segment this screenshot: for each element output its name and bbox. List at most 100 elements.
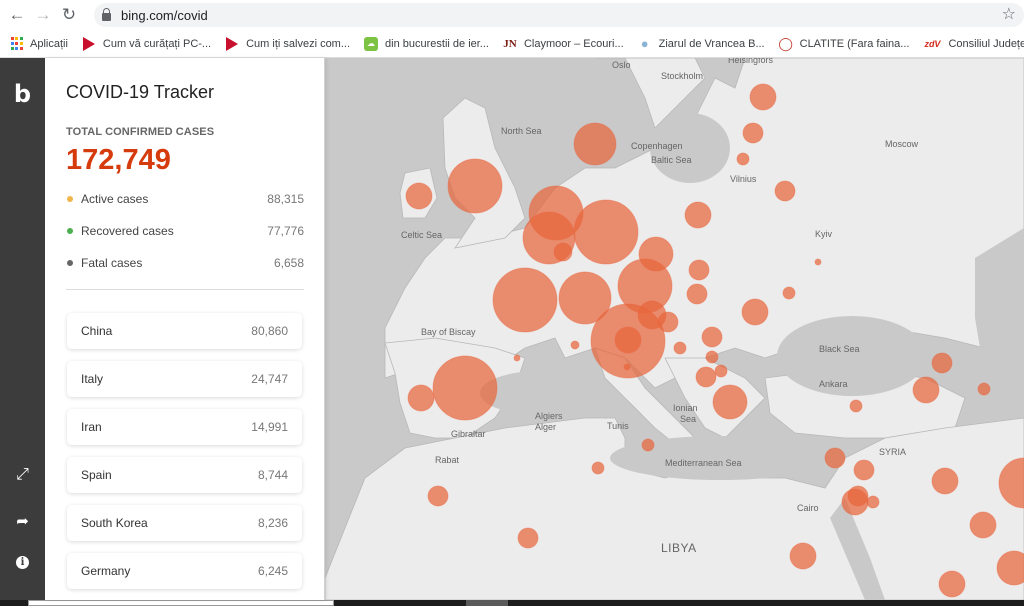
bookmark-item[interactable]: zdV Consiliul Județean t... bbox=[923, 37, 1024, 51]
bing-logo-glyph: b bbox=[13, 80, 32, 108]
case-bubble[interactable] bbox=[714, 364, 728, 378]
bookmark-label: CLATITE (Fara faina... bbox=[799, 37, 910, 50]
map-canvas: Oslo Stockholm Helsingfors North Sea Cop… bbox=[325, 58, 1024, 600]
case-bubble[interactable] bbox=[977, 382, 991, 396]
case-bubble[interactable] bbox=[705, 350, 719, 364]
bookmark-label: Aplicații bbox=[30, 37, 68, 50]
case-bubble[interactable] bbox=[774, 180, 796, 202]
page-title: COVID-19 Tracker bbox=[66, 82, 215, 102]
url-text: bing.com/covid bbox=[121, 7, 208, 23]
country-card[interactable]: China 80,860 bbox=[67, 313, 302, 349]
case-bubble[interactable] bbox=[701, 326, 723, 348]
case-bubble[interactable] bbox=[866, 495, 880, 509]
bookmark-item[interactable]: Cum vă curățați PC-... bbox=[82, 36, 211, 51]
country-card[interactable]: Spain 8,744 bbox=[67, 457, 302, 493]
map-label: Stockholm bbox=[661, 71, 703, 81]
case-bubble[interactable] bbox=[492, 267, 558, 333]
case-bubble[interactable] bbox=[591, 461, 605, 475]
scrollbar-track bbox=[28, 600, 334, 606]
back-button[interactable]: ← bbox=[4, 2, 30, 28]
recovered-dot-icon bbox=[67, 228, 73, 234]
world-map[interactable]: Oslo Stockholm Helsingfors North Sea Cop… bbox=[325, 58, 1024, 600]
case-bubble[interactable] bbox=[688, 259, 710, 281]
map-label: Baltic Sea bbox=[651, 155, 692, 165]
country-count: 24,747 bbox=[251, 372, 288, 386]
case-bubble[interactable] bbox=[742, 122, 764, 144]
case-bubble[interactable] bbox=[938, 570, 966, 598]
case-bubble[interactable] bbox=[695, 366, 717, 388]
case-bubble[interactable] bbox=[686, 283, 708, 305]
bookmark-apps[interactable]: Aplicații bbox=[10, 37, 68, 50]
bookmark-item[interactable]: Cum iți salvezi com... bbox=[225, 36, 350, 51]
stat-value: 77,776 bbox=[267, 224, 304, 238]
case-bubble[interactable] bbox=[517, 527, 539, 549]
bookmark-item[interactable]: JN Claymoor – Ecouri... bbox=[503, 37, 623, 51]
map-label: Black Sea bbox=[819, 344, 860, 354]
case-bubble[interactable] bbox=[847, 485, 869, 507]
case-bubble[interactable] bbox=[782, 286, 796, 300]
case-bubble[interactable] bbox=[405, 182, 433, 210]
case-bubble[interactable] bbox=[657, 311, 679, 333]
info-icon[interactable]: i bbox=[0, 556, 45, 569]
case-bubble[interactable] bbox=[824, 447, 846, 469]
country-card[interactable]: South Korea 8,236 bbox=[67, 505, 302, 541]
country-card[interactable]: Germany 6,245 bbox=[67, 553, 302, 589]
map-label: Cairo bbox=[797, 503, 819, 513]
map-label: Sea bbox=[680, 414, 696, 424]
case-bubble[interactable] bbox=[741, 298, 769, 326]
case-bubble[interactable] bbox=[789, 542, 817, 570]
case-bubble[interactable] bbox=[427, 485, 449, 507]
map-label: SYRIA bbox=[879, 447, 906, 457]
case-bubble[interactable] bbox=[623, 363, 631, 371]
country-card[interactable]: Italy 24,747 bbox=[67, 361, 302, 397]
reload-button[interactable]: ↻ bbox=[56, 2, 82, 28]
horizontal-scrollbar[interactable] bbox=[0, 600, 1024, 606]
case-bubble[interactable] bbox=[712, 384, 748, 420]
case-bubble[interactable] bbox=[573, 122, 617, 166]
case-bubble[interactable] bbox=[641, 438, 655, 452]
address-bar[interactable]: bing.com/covid ☆ bbox=[94, 3, 1024, 27]
fatal-dot-icon bbox=[67, 260, 73, 266]
tracker-panel: COVID-19 Tracker TOTAL CONFIRMED CASES 1… bbox=[45, 58, 325, 600]
map-label: Kyiv bbox=[815, 229, 833, 239]
expand-icon[interactable]: ⤢ bbox=[0, 466, 45, 484]
case-bubble[interactable] bbox=[849, 399, 863, 413]
bing-logo-icon[interactable]: b bbox=[0, 80, 45, 108]
case-bubble[interactable] bbox=[553, 242, 573, 262]
map-label: Tunis bbox=[607, 421, 629, 431]
map-label: Copenhagen bbox=[631, 141, 683, 151]
forward-button[interactable]: → bbox=[30, 2, 56, 28]
map-label: Gibraltar bbox=[451, 429, 486, 439]
case-bubble[interactable] bbox=[570, 340, 580, 350]
bookmark-item[interactable]: ☁ din bucurestii de ier... bbox=[364, 36, 489, 51]
case-bubble[interactable] bbox=[673, 341, 687, 355]
case-bubble[interactable] bbox=[814, 258, 822, 266]
case-bubble[interactable] bbox=[749, 83, 777, 111]
case-bubble[interactable] bbox=[969, 511, 997, 539]
star-icon[interactable]: ☆ bbox=[1002, 4, 1016, 24]
share-icon[interactable]: ➦ bbox=[0, 512, 45, 530]
case-bubble[interactable] bbox=[614, 326, 642, 354]
map-label: Ankara bbox=[819, 379, 848, 389]
map-label: Algiers bbox=[535, 411, 563, 421]
scrollbar-thumb[interactable] bbox=[466, 600, 508, 606]
case-bubble[interactable] bbox=[736, 152, 750, 166]
case-bubble[interactable] bbox=[573, 199, 639, 265]
country-count: 6,245 bbox=[257, 564, 288, 578]
country-name: Iran bbox=[81, 420, 102, 434]
case-bubble[interactable] bbox=[432, 355, 498, 421]
country-card[interactable]: Iran 14,991 bbox=[67, 409, 302, 445]
total-confirmed-value: 172,749 bbox=[66, 144, 171, 176]
reload-icon: ↻ bbox=[61, 5, 77, 24]
case-bubble[interactable] bbox=[684, 201, 712, 229]
case-bubble[interactable] bbox=[407, 384, 435, 412]
bookmark-item[interactable]: ◯ CLATITE (Fara faina... bbox=[778, 36, 910, 51]
case-bubble[interactable] bbox=[513, 354, 521, 362]
case-bubble[interactable] bbox=[912, 376, 940, 404]
case-bubble[interactable] bbox=[853, 459, 875, 481]
case-bubble[interactable] bbox=[638, 236, 674, 272]
case-bubble[interactable] bbox=[447, 158, 503, 214]
case-bubble[interactable] bbox=[931, 467, 959, 495]
case-bubble[interactable] bbox=[931, 352, 953, 374]
bookmark-item[interactable]: ● Ziarul de Vrancea B... bbox=[638, 36, 765, 51]
